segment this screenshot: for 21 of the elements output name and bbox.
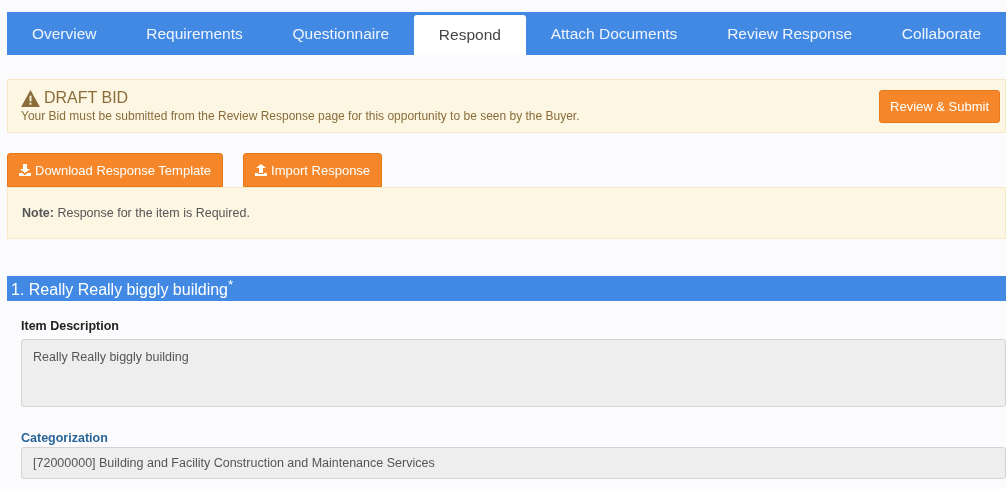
download-icon: [19, 164, 31, 176]
review-submit-button[interactable]: Review & Submit: [879, 89, 1000, 123]
tab[interactable]: Overview: [7, 12, 122, 55]
banner-message: Your Bid must be submitted from the Review Response page for this opportunity to be seen by the Buyer.: [21, 109, 580, 123]
upload-icon: [255, 164, 268, 176]
tab[interactable]: Requirements: [121, 12, 268, 55]
description-field[interactable]: Really Really biggly building: [21, 339, 1006, 407]
tab[interactable]: Respond: [413, 15, 526, 55]
tab[interactable]: Review Response: [702, 12, 877, 55]
note-text: Note: Response for the item is Required.: [22, 206, 250, 220]
banner-title: DRAFT BID: [44, 89, 129, 107]
field-label: Item Description: [21, 319, 120, 333]
download-button[interactable]: Download Response Template: [7, 153, 224, 187]
item-title: 1. Really Really biggly building$^{*}$: [11, 277, 234, 300]
tab[interactable]: Attach Documents: [525, 12, 703, 55]
category-field[interactable]: [72000000] Building and Facility Construction and Maintenance Services: [21, 447, 1006, 479]
warning-icon: [21, 89, 40, 107]
tab[interactable]: Questionnaire: [267, 12, 414, 55]
import-button[interactable]: Import Response: [243, 153, 383, 187]
field-label: Categorization: [21, 431, 109, 445]
tab[interactable]: Collaborate: [876, 12, 1006, 55]
